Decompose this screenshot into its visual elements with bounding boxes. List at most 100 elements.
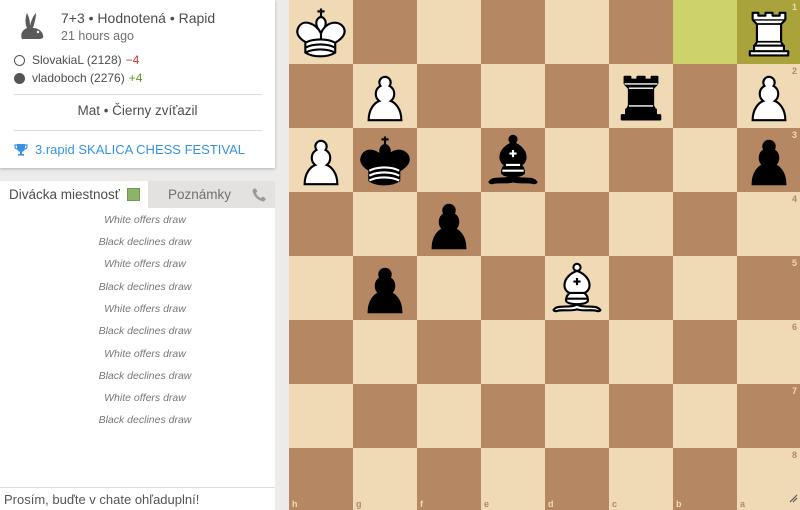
- square-b1[interactable]: [673, 0, 737, 64]
- square-a5[interactable]: 5: [737, 256, 800, 320]
- rank-label: 8: [791, 450, 797, 460]
- phone-icon[interactable]: [252, 187, 267, 202]
- square-g7[interactable]: [353, 384, 417, 448]
- player-name: vladoboch (2276): [32, 71, 125, 85]
- square-f3[interactable]: [417, 128, 481, 192]
- square-b3[interactable]: [673, 128, 737, 192]
- chess-board[interactable]: 1234567hgfedcb8a: [289, 0, 800, 510]
- divider: [14, 130, 262, 131]
- square-f7[interactable]: [417, 384, 481, 448]
- resize-handle-icon[interactable]: [788, 490, 798, 508]
- square-e2[interactable]: [481, 64, 545, 128]
- square-h6[interactable]: [289, 320, 353, 384]
- square-f1[interactable]: [417, 0, 481, 64]
- square-b8[interactable]: b: [673, 448, 737, 510]
- black-pawn[interactable]: [737, 128, 800, 192]
- player-white[interactable]: SlovakiaL (2128) −4: [14, 53, 139, 67]
- white-king[interactable]: [289, 0, 353, 64]
- rank-label: 4: [791, 194, 797, 204]
- square-d6[interactable]: [545, 320, 609, 384]
- square-e7[interactable]: [481, 384, 545, 448]
- square-b2[interactable]: [673, 64, 737, 128]
- square-b7[interactable]: [673, 384, 737, 448]
- black-bishop[interactable]: [481, 128, 545, 192]
- square-c7[interactable]: [609, 384, 673, 448]
- square-b5[interactable]: [673, 256, 737, 320]
- chat-message: White offers draw: [104, 258, 186, 270]
- white-pawn[interactable]: [353, 64, 417, 128]
- chat-input[interactable]: Prosím, buďte v chate ohľaduplní!: [0, 487, 275, 510]
- square-d3[interactable]: [545, 128, 609, 192]
- rating-diff: +4: [128, 71, 143, 85]
- chat-message: White offers draw: [104, 303, 186, 315]
- square-a6[interactable]: 6: [737, 320, 800, 384]
- white-pawn[interactable]: [737, 64, 800, 128]
- square-c3[interactable]: [609, 128, 673, 192]
- black-pawn[interactable]: [417, 192, 481, 256]
- tournament-link[interactable]: 3.rapid SKALICA CHESS FESTIVAL: [14, 142, 245, 157]
- square-b6[interactable]: [673, 320, 737, 384]
- file-label: b: [676, 499, 682, 509]
- rank-label: 7: [791, 386, 797, 396]
- chat-message: Black declines draw: [98, 370, 192, 382]
- chat-toggle-checkbox[interactable]: [127, 188, 140, 201]
- square-a7[interactable]: 7: [737, 384, 800, 448]
- square-c6[interactable]: [609, 320, 673, 384]
- player-name: SlovakiaL (2128): [32, 53, 122, 67]
- rating-diff: −4: [125, 53, 140, 67]
- game-status: Mat • Čierny zvíťazil: [77, 103, 198, 118]
- square-d8[interactable]: d: [545, 448, 609, 510]
- square-h8[interactable]: h: [289, 448, 353, 510]
- square-e8[interactable]: e: [481, 448, 545, 510]
- game-time-ago: 21 hours ago: [61, 29, 134, 43]
- square-c8[interactable]: c: [609, 448, 673, 510]
- square-g1[interactable]: [353, 0, 417, 64]
- square-c4[interactable]: [609, 192, 673, 256]
- player-black[interactable]: vladoboch (2276) +4: [14, 71, 142, 85]
- square-f6[interactable]: [417, 320, 481, 384]
- tab-label: Poznámky: [168, 187, 232, 202]
- square-g4[interactable]: [353, 192, 417, 256]
- black-rook[interactable]: [609, 64, 673, 128]
- file-label: d: [548, 499, 554, 509]
- chat-tabs: Divácka miestnosť Poznámky: [0, 181, 275, 208]
- square-c5[interactable]: [609, 256, 673, 320]
- square-d2[interactable]: [545, 64, 609, 128]
- square-e6[interactable]: [481, 320, 545, 384]
- square-e5[interactable]: [481, 256, 545, 320]
- file-label: c: [612, 499, 618, 509]
- square-e1[interactable]: [481, 0, 545, 64]
- black-pawn[interactable]: [353, 256, 417, 320]
- square-g8[interactable]: g: [353, 448, 417, 510]
- square-f8[interactable]: f: [417, 448, 481, 510]
- square-f2[interactable]: [417, 64, 481, 128]
- square-e4[interactable]: [481, 192, 545, 256]
- white-pawn[interactable]: [289, 128, 353, 192]
- file-label: h: [292, 499, 298, 509]
- chat-message: White offers draw: [104, 348, 186, 360]
- square-b4[interactable]: [673, 192, 737, 256]
- chat-message: Black declines draw: [98, 236, 192, 248]
- white-rook[interactable]: [737, 0, 800, 64]
- file-label: e: [484, 499, 490, 509]
- square-d1[interactable]: [545, 0, 609, 64]
- file-label: g: [356, 499, 362, 509]
- square-f5[interactable]: [417, 256, 481, 320]
- square-a4[interactable]: 4: [737, 192, 800, 256]
- square-h7[interactable]: [289, 384, 353, 448]
- square-g6[interactable]: [353, 320, 417, 384]
- chat-message: Black declines draw: [98, 325, 192, 337]
- black-king[interactable]: [353, 128, 417, 192]
- chat-messages: White offers draw Black declines draw Wh…: [0, 208, 275, 487]
- divider: [14, 94, 262, 95]
- square-h2[interactable]: [289, 64, 353, 128]
- tournament-name: 3.rapid SKALICA CHESS FESTIVAL: [35, 142, 246, 157]
- square-h4[interactable]: [289, 192, 353, 256]
- square-c1[interactable]: [609, 0, 673, 64]
- square-d7[interactable]: [545, 384, 609, 448]
- white-bishop[interactable]: [545, 256, 609, 320]
- square-d4[interactable]: [545, 192, 609, 256]
- file-label: a: [740, 499, 746, 509]
- tab-spectator-room[interactable]: Divácka miestnosť: [0, 181, 148, 208]
- square-h5[interactable]: [289, 256, 353, 320]
